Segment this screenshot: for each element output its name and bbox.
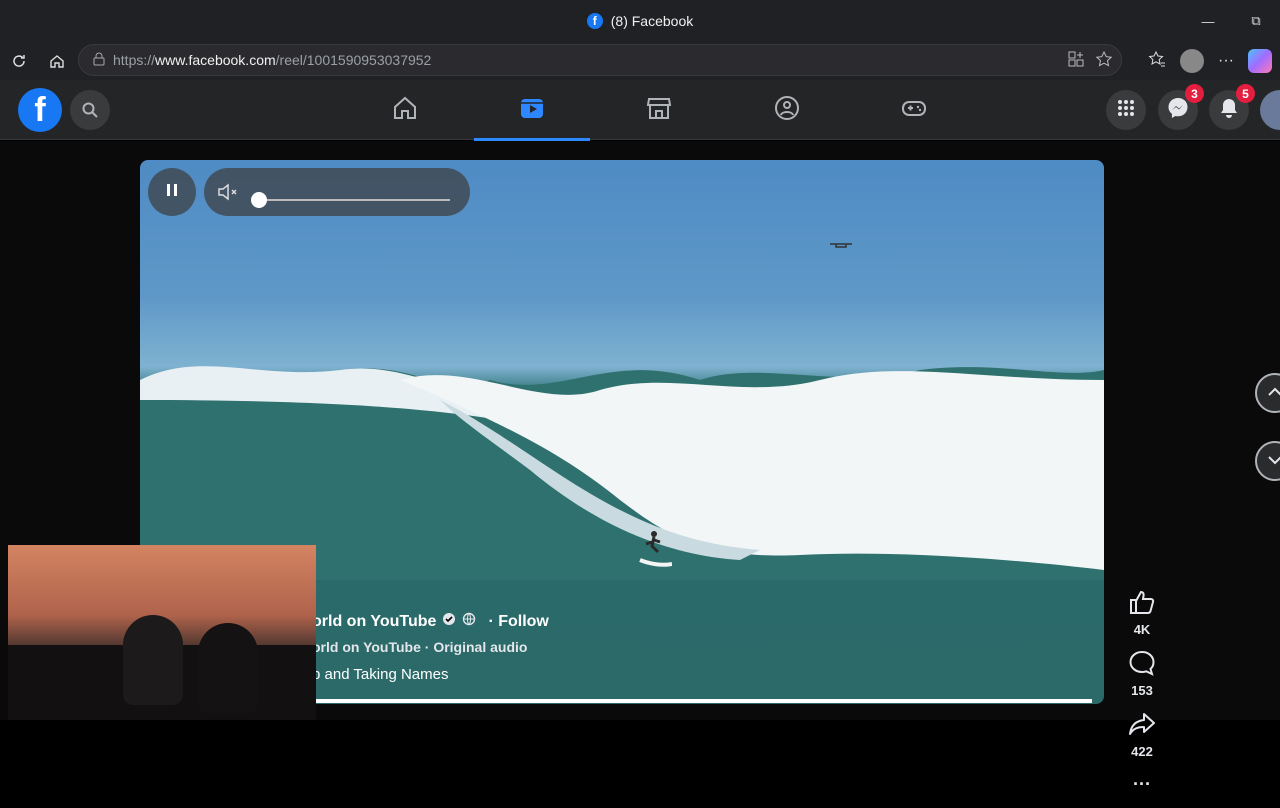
minimize-icon[interactable]: —: [1184, 0, 1232, 42]
home-icon[interactable]: [38, 44, 76, 78]
address-bar[interactable]: https://www.facebook.com/reel/1001590953…: [78, 44, 1122, 76]
comment-icon: [1128, 650, 1156, 681]
bell-icon: [1219, 97, 1239, 124]
lock-icon: [93, 52, 105, 69]
comment-count: 153: [1131, 683, 1153, 698]
chevron-up-icon: [1268, 384, 1280, 402]
menu-button[interactable]: [1106, 90, 1146, 130]
browser-actions: ···: [1148, 42, 1280, 80]
reel-meta: orld on YouTube · Follow orld on YouTube…: [312, 612, 549, 684]
notifications-badge: 5: [1236, 84, 1255, 103]
reel-author-row: orld on YouTube · Follow: [312, 612, 549, 631]
webcam-overlay: [8, 545, 316, 720]
reel-progress-bar[interactable]: [316, 699, 1092, 703]
window-titlebar: f (8) Facebook — ⧉: [0, 0, 1280, 42]
groups-icon: [774, 95, 800, 126]
author-name[interactable]: orld on YouTube: [312, 613, 436, 631]
previous-reel-button[interactable]: [1255, 373, 1280, 413]
thumbs-up-icon: [1128, 589, 1156, 620]
profile-avatar[interactable]: [1180, 49, 1205, 73]
window-title-text: (8) Facebook: [610, 13, 694, 29]
follow-button[interactable]: · Follow: [488, 613, 548, 631]
home-icon: [392, 95, 418, 126]
favorite-star-icon[interactable]: [1095, 50, 1113, 71]
volume-track[interactable]: [256, 199, 450, 201]
more-horizontal-icon: ···: [1133, 774, 1151, 794]
url-path: /reel/1001590953037952: [275, 52, 432, 68]
tab-gaming[interactable]: [856, 80, 972, 140]
tab-groups[interactable]: [729, 80, 845, 140]
like-count: 4K: [1133, 622, 1151, 637]
menu-grid-icon: [1116, 98, 1136, 123]
tab-home[interactable]: [347, 80, 463, 140]
more-options-icon[interactable]: ···: [1218, 52, 1234, 70]
restore-icon[interactable]: ⧉: [1232, 0, 1280, 42]
facebook-logo[interactable]: f: [18, 88, 62, 132]
chevron-down-icon: [1268, 452, 1280, 470]
reel-caption: p and Taking Names: [312, 666, 449, 683]
wave-image: [140, 366, 1104, 580]
marketplace-icon: [646, 95, 672, 126]
favorites-icon[interactable]: [1148, 50, 1166, 73]
tab-video[interactable]: [474, 80, 590, 141]
globe-icon: [462, 612, 476, 631]
browser-toolbar: https://www.facebook.com/reel/1001590953…: [0, 42, 1280, 80]
refresh-icon[interactable]: [0, 44, 38, 78]
copilot-icon[interactable]: [1248, 49, 1272, 73]
more-button[interactable]: ···: [1120, 772, 1164, 795]
reel-actions: 4K 153 422 ···: [1120, 589, 1164, 808]
app-available-icon[interactable]: [1067, 50, 1085, 71]
next-reel-button[interactable]: [1255, 441, 1280, 481]
url-host: www.facebook.com: [155, 52, 276, 68]
pause-button[interactable]: [148, 168, 196, 216]
drone-image: [830, 240, 852, 248]
volume-control: [204, 168, 470, 216]
messenger-icon: [1167, 97, 1189, 124]
notifications-button[interactable]: 5: [1209, 84, 1255, 130]
facebook-favicon-icon: f: [586, 13, 603, 29]
like-button[interactable]: 4K: [1120, 589, 1164, 637]
volume-slider-handle[interactable]: [251, 192, 267, 208]
facebook-navbar: f 3 5: [0, 80, 1280, 141]
verified-icon: [442, 612, 456, 631]
mute-icon[interactable]: [212, 176, 244, 208]
messenger-button[interactable]: 3: [1158, 84, 1204, 130]
share-icon: [1128, 711, 1156, 742]
messenger-badge: 3: [1185, 84, 1204, 103]
window-title: f (8) Facebook: [586, 13, 694, 29]
person-image: [198, 623, 258, 713]
share-count: 422: [1131, 744, 1153, 759]
pause-icon: [165, 183, 179, 202]
video-icon: [519, 95, 545, 126]
url-prefix: https://: [113, 52, 156, 68]
person-image: [123, 615, 183, 705]
surfer-image: [638, 528, 673, 568]
search-icon[interactable]: [70, 90, 110, 130]
tab-marketplace[interactable]: [601, 80, 717, 140]
comment-button[interactable]: 153: [1120, 650, 1164, 698]
share-button[interactable]: 422: [1120, 711, 1164, 759]
audio-label[interactable]: orld on YouTube · Original audio: [312, 639, 549, 655]
window-controls: — ⧉: [1184, 0, 1280, 42]
gaming-icon: [901, 95, 927, 126]
account-avatar[interactable]: [1260, 90, 1280, 130]
